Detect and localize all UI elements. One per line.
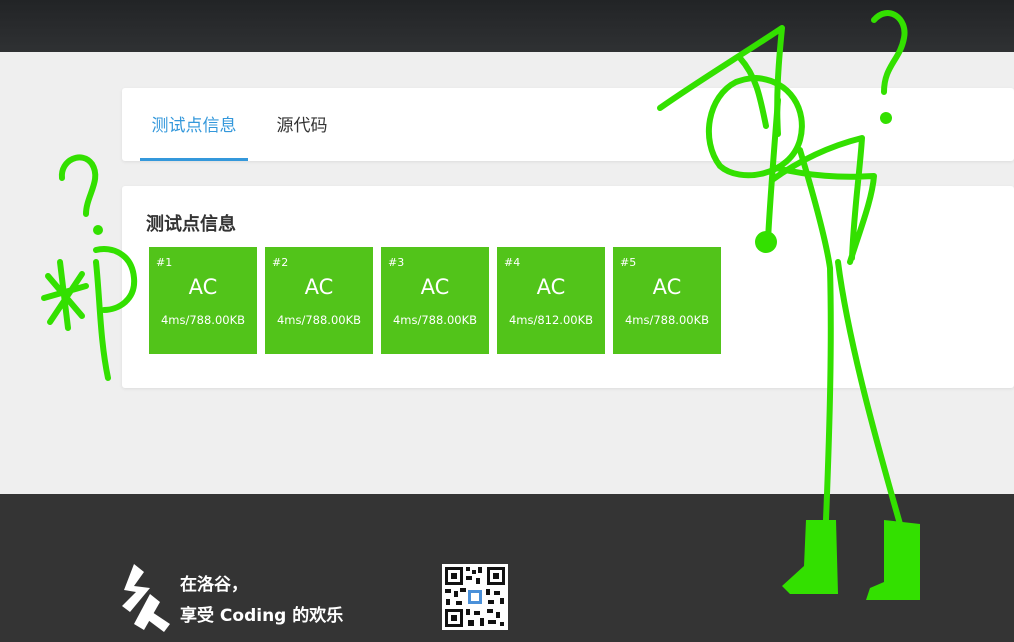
- tab-testcase-info[interactable]: 测试点信息: [140, 88, 248, 161]
- section-title: 测试点信息: [146, 214, 236, 235]
- testcase-status: AC: [652, 275, 682, 299]
- testcase-stat: 4ms/788.00KB: [624, 313, 710, 327]
- testcase-4[interactable]: #4 AC 4ms/812.00KB: [497, 247, 605, 354]
- asterisk-icon: [41, 259, 89, 331]
- footer-slogan-line1: 在洛谷，: [180, 575, 248, 595]
- footer-slogan-line2: 享受 Coding 的欢乐: [180, 606, 344, 626]
- luogu-logo-icon[interactable]: [120, 562, 172, 632]
- testcase-id: #3: [388, 256, 405, 269]
- testcase-1[interactable]: #1 AC 4ms/788.00KB: [149, 247, 257, 354]
- qr-code-icon: [442, 564, 508, 630]
- tab-source-code[interactable]: 源代码: [264, 88, 340, 161]
- testcase-id: #4: [504, 256, 521, 269]
- question-mark-icon: [58, 154, 99, 217]
- testcase-id: #1: [156, 256, 173, 269]
- testcase-5[interactable]: #5 AC 4ms/788.00KB: [613, 247, 721, 354]
- testcase-stat: 4ms/788.00KB: [160, 313, 246, 327]
- testcase-2[interactable]: #2 AC 4ms/788.00KB: [265, 247, 373, 354]
- testcase-id: #2: [272, 256, 289, 269]
- testcase-stat: 4ms/788.00KB: [392, 313, 478, 327]
- page-footer: 在洛谷， 享受 Coding 的欢乐: [0, 494, 1014, 642]
- testcase-id: #5: [620, 256, 637, 269]
- top-navbar: [0, 0, 1014, 52]
- testcase-3[interactable]: #3 AC 4ms/788.00KB: [381, 247, 489, 354]
- testcase-status: AC: [420, 275, 450, 299]
- record-tabs: 测试点信息 源代码: [122, 88, 1014, 161]
- testcase-status: AC: [536, 275, 566, 299]
- testcase-stat: 4ms/812.00KB: [508, 313, 594, 327]
- testcase-status: AC: [188, 275, 218, 299]
- testcase-list: #1 AC 4ms/788.00KB #2 AC 4ms/788.00KB #3…: [149, 247, 721, 354]
- testcase-status: AC: [304, 275, 334, 299]
- testcase-stat: 4ms/788.00KB: [276, 313, 362, 327]
- testcase-panel: 测试点信息 #1 AC 4ms/788.00KB #2 AC 4ms/788.0…: [122, 186, 1014, 388]
